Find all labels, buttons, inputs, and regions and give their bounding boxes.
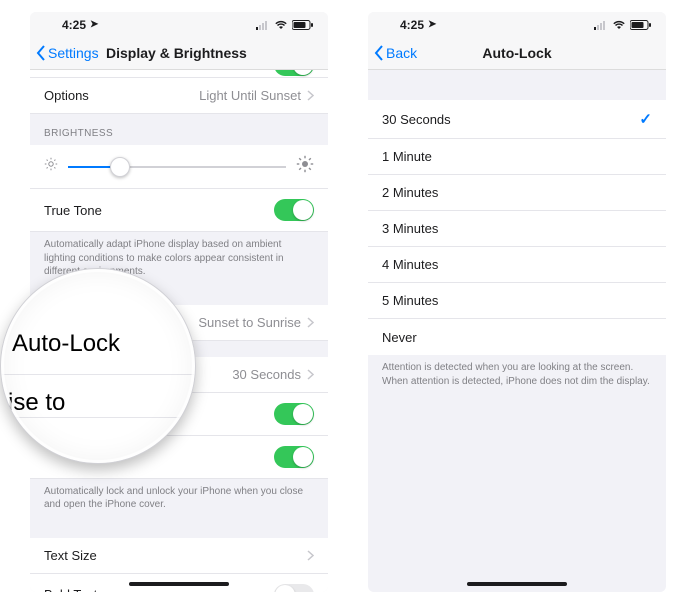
chevron-left-icon [36, 45, 46, 61]
back-label: Back [386, 45, 417, 61]
auto-lock-option[interactable]: 5 Minutes [368, 283, 666, 319]
page-title: Auto-Lock [376, 45, 658, 61]
battery-icon [630, 20, 652, 30]
screenshot-auto-lock: 4:25 ➤ Back Auto-Lock [368, 12, 666, 592]
option-label: 1 Minute [382, 149, 432, 164]
chevron-right-icon [307, 369, 314, 380]
option-label: Never [382, 330, 417, 345]
toggle-switch[interactable] [274, 70, 314, 76]
home-indicator[interactable] [467, 582, 567, 586]
row-value: 30 Seconds [232, 367, 301, 382]
auto-lock-option[interactable]: Never [368, 319, 666, 355]
brightness-high-icon [296, 155, 314, 178]
status-time: 4:25 [400, 18, 424, 32]
auto-lock-option-list: 30 Seconds ✓ 1 Minute 2 Minutes 3 Minutes 4 M… [368, 100, 666, 355]
signal-icon [256, 20, 270, 30]
brightness-low-icon [44, 157, 58, 176]
auto-lock-footer: Attention is detected when you are looki… [368, 355, 666, 398]
location-icon: ➤ [90, 19, 98, 30]
status-time: 4:25 [62, 18, 86, 32]
battery-icon [292, 20, 314, 30]
magnifier-secondary: ise to [0, 375, 196, 418]
auto-lock-option[interactable]: 30 Seconds ✓ [368, 100, 666, 139]
brightness-slider[interactable] [68, 166, 286, 168]
true-tone-row[interactable]: True Tone [30, 189, 328, 232]
option-label: 30 Seconds [382, 112, 451, 127]
option-label: 5 Minutes [382, 293, 438, 308]
wifi-icon [274, 20, 288, 30]
partial-toggle-row [30, 70, 328, 78]
bold-text-toggle[interactable] [274, 584, 314, 593]
nav-bar: Settings Display & Brightness [30, 36, 328, 70]
brightness-slider-row[interactable] [30, 145, 328, 189]
back-label: Settings [48, 45, 99, 61]
auto-lock-option[interactable]: 4 Minutes [368, 247, 666, 283]
true-tone-toggle[interactable] [274, 199, 314, 221]
back-button[interactable]: Settings [36, 45, 99, 61]
row-label: Bold Text [44, 587, 97, 592]
wifi-icon [612, 20, 626, 30]
checkmark-icon: ✓ [639, 110, 652, 128]
signal-icon [594, 20, 608, 30]
row-value: Light Until Sunset [199, 88, 301, 103]
chevron-right-icon [307, 317, 314, 328]
magnifier-callout: Auto-Lock ise to [0, 268, 196, 464]
auto-lock-option[interactable]: 2 Minutes [368, 175, 666, 211]
chevron-left-icon [374, 45, 384, 61]
row-label: True Tone [44, 203, 102, 218]
row-value: Sunset to Sunrise [198, 315, 301, 330]
option-label: 4 Minutes [382, 257, 438, 272]
auto-lock-option[interactable]: 1 Minute [368, 139, 666, 175]
status-bar: 4:25 ➤ [368, 12, 666, 36]
row-label: Text Size [44, 548, 97, 563]
option-label: 2 Minutes [382, 185, 438, 200]
row-label: Options [44, 88, 89, 103]
nav-bar: Back Auto-Lock [368, 36, 666, 70]
location-icon: ➤ [428, 19, 436, 30]
back-button[interactable]: Back [374, 45, 417, 61]
brightness-group-header: BRIGHTNESS [30, 114, 328, 145]
status-bar: 4:25 ➤ [30, 12, 328, 36]
options-row[interactable]: Options Light Until Sunset [30, 78, 328, 114]
auto-lock-option[interactable]: 3 Minutes [368, 211, 666, 247]
lock-unlock-footer: Automatically lock and unlock your iPhon… [30, 479, 328, 522]
home-indicator[interactable] [129, 582, 229, 586]
option-label: 3 Minutes [382, 221, 438, 236]
toggle-switch[interactable] [274, 446, 314, 468]
text-size-row[interactable]: Text Size [30, 538, 328, 574]
toggle-switch[interactable] [274, 403, 314, 425]
chevron-right-icon [307, 550, 314, 561]
magnifier-primary: Auto-Lock [0, 314, 196, 375]
chevron-right-icon [307, 90, 314, 101]
